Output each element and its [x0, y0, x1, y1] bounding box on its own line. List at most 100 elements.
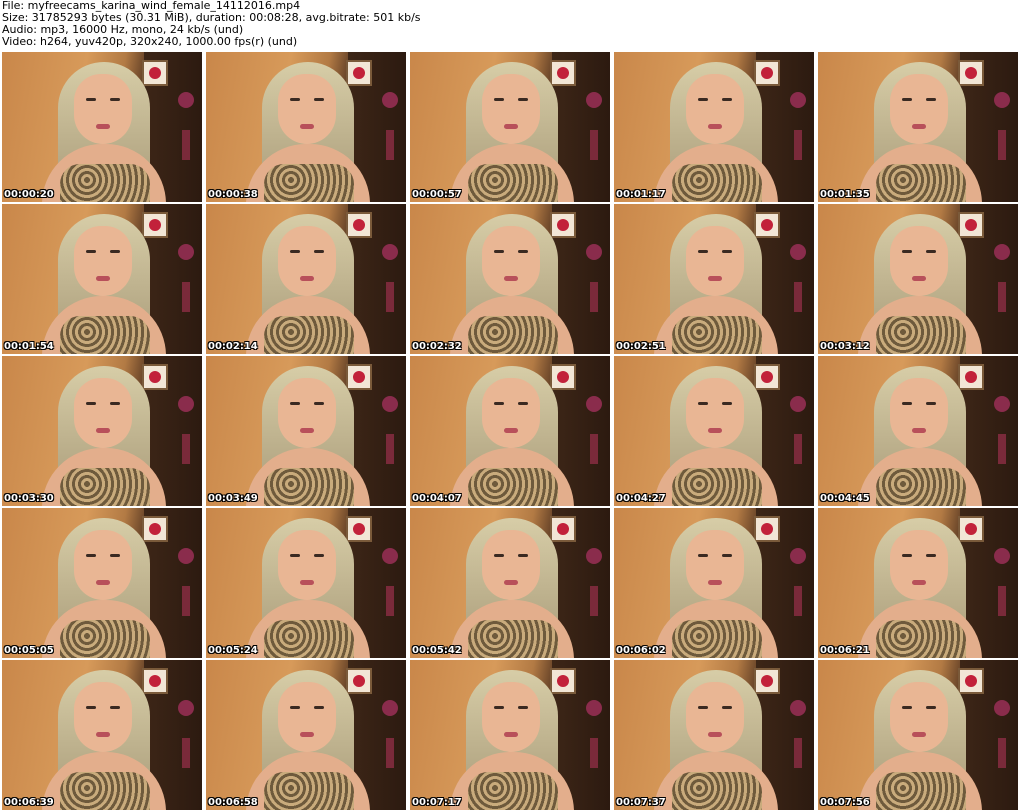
frame-vase	[590, 130, 598, 160]
frame-person-lips	[912, 732, 926, 737]
frame-person-eye	[494, 402, 504, 405]
frame-person-top	[876, 316, 966, 354]
frame-person-eye	[698, 554, 708, 557]
frame-person-eye	[926, 250, 936, 253]
frame-timestamp: 00:07:56	[820, 797, 870, 808]
video-frame-thumbnail: 00:06:21	[818, 508, 1018, 658]
frame-timestamp: 00:05:05	[4, 645, 54, 656]
frame-person-lips	[96, 124, 110, 129]
frame-person-face	[686, 682, 744, 752]
frame-person-top	[60, 620, 150, 658]
frame-person-lips	[504, 732, 518, 737]
video-frame-thumbnail: 00:03:49	[206, 356, 406, 506]
frame-person-lips	[708, 732, 722, 737]
frame-timestamp: 00:01:17	[616, 189, 666, 200]
frame-timestamp: 00:04:45	[820, 493, 870, 504]
frame-person-eye	[86, 554, 96, 557]
frame-person-lips	[96, 580, 110, 585]
frame-person-face	[74, 682, 132, 752]
frame-person-eye	[518, 98, 528, 101]
frame-person-eye	[518, 250, 528, 253]
frame-person-eye	[110, 402, 120, 405]
frame-person-lips	[504, 276, 518, 281]
video-frame-thumbnail: 00:04:27	[614, 356, 814, 506]
frame-person-top	[264, 468, 354, 506]
frame-timestamp: 00:03:49	[208, 493, 258, 504]
frame-person-top	[672, 164, 762, 202]
frame-timestamp: 00:01:54	[4, 341, 54, 352]
video-info-line: Video: h264, yuv420p, 320x240, 1000.00 f…	[2, 35, 298, 48]
video-frame-thumbnail: 00:05:05	[2, 508, 202, 658]
frame-person-lips	[504, 428, 518, 433]
frame-flower	[382, 548, 398, 564]
frame-person-eye	[290, 250, 300, 253]
frame-timestamp: 00:06:39	[4, 797, 54, 808]
frame-picture	[550, 60, 576, 86]
frame-person-face	[482, 530, 540, 600]
frame-person-top	[468, 772, 558, 810]
frame-person-face	[890, 74, 948, 144]
frame-person-top	[876, 620, 966, 658]
frame-vase	[998, 282, 1006, 312]
frame-picture	[958, 668, 984, 694]
frame-flower	[790, 92, 806, 108]
video-frame-thumbnail: 00:07:37	[614, 660, 814, 810]
frame-person-face	[890, 682, 948, 752]
frame-person-eye	[494, 250, 504, 253]
frame-person-face	[686, 74, 744, 144]
frame-person-lips	[96, 276, 110, 281]
frame-flower	[178, 548, 194, 564]
frame-picture	[550, 364, 576, 390]
frame-person-face	[74, 226, 132, 296]
frame-flower	[382, 244, 398, 260]
frame-person-face	[278, 74, 336, 144]
frame-flower	[178, 396, 194, 412]
frame-person-face	[686, 378, 744, 448]
frame-flower	[382, 92, 398, 108]
frame-person-face	[482, 74, 540, 144]
frame-vase	[998, 130, 1006, 160]
frame-picture	[958, 60, 984, 86]
frame-person-face	[482, 226, 540, 296]
frame-flower	[586, 396, 602, 412]
frame-flower	[382, 396, 398, 412]
video-frame-thumbnail: 00:07:17	[410, 660, 610, 810]
frame-person-top	[264, 620, 354, 658]
frame-person-eye	[722, 402, 732, 405]
frame-flower	[994, 92, 1010, 108]
frame-person-eye	[110, 98, 120, 101]
video-frame-thumbnail: 00:02:14	[206, 204, 406, 354]
frame-vase	[182, 434, 190, 464]
frame-person-eye	[902, 706, 912, 709]
frame-person-lips	[300, 124, 314, 129]
frame-timestamp: 00:06:02	[616, 645, 666, 656]
frame-timestamp: 00:04:07	[412, 493, 462, 504]
frame-person-eye	[698, 98, 708, 101]
video-frame-thumbnail: 00:01:35	[818, 52, 1018, 202]
frame-flower	[586, 700, 602, 716]
frame-person-lips	[912, 124, 926, 129]
frame-vase	[590, 282, 598, 312]
frame-person-face	[278, 226, 336, 296]
frame-flower	[790, 396, 806, 412]
video-frame-thumbnail: 00:00:20	[2, 52, 202, 202]
frame-flower	[382, 700, 398, 716]
frame-person-lips	[912, 428, 926, 433]
frame-person-eye	[86, 250, 96, 253]
video-frame-thumbnail: 00:01:54	[2, 204, 202, 354]
frame-vase	[794, 738, 802, 768]
frame-picture	[754, 516, 780, 542]
video-frame-thumbnail: 00:01:17	[614, 52, 814, 202]
frame-person-lips	[300, 428, 314, 433]
frame-person-eye	[698, 402, 708, 405]
frame-vase	[590, 586, 598, 616]
frame-person-eye	[902, 402, 912, 405]
frame-vase	[182, 282, 190, 312]
frame-person-lips	[504, 580, 518, 585]
video-frame-thumbnail: 00:04:45	[818, 356, 1018, 506]
frame-person-face	[74, 378, 132, 448]
frame-picture	[346, 364, 372, 390]
frame-person-lips	[300, 732, 314, 737]
frame-timestamp: 00:00:57	[412, 189, 462, 200]
frame-person-face	[482, 378, 540, 448]
